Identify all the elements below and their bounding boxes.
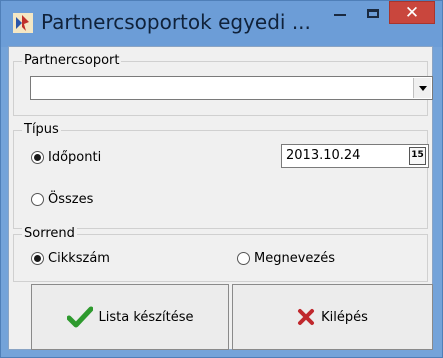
create-list-button[interactable]: Lista készítése [31, 284, 229, 350]
calendar-icon[interactable]: 15 [409, 147, 426, 165]
calendar-icon-number: 15 [411, 150, 424, 160]
type-group-label: Típus [22, 122, 61, 137]
radio-osszes-circle[interactable] [31, 193, 44, 206]
radio-osszes-label: Összes [48, 192, 94, 207]
x-icon [297, 308, 315, 326]
partner-group-select[interactable] [30, 76, 433, 100]
radio-idoponti-label: Időponti [48, 150, 102, 165]
radio-selected-dot [34, 255, 41, 262]
radio-selected-dot [34, 154, 41, 161]
exit-button[interactable]: Kilépés [232, 284, 433, 350]
maximize-button[interactable] [359, 1, 387, 25]
radio-idoponti[interactable]: Időponti [31, 150, 101, 165]
exit-label: Kilépés [321, 309, 368, 325]
minimize-button[interactable] [327, 1, 353, 25]
chevron-down-icon [418, 85, 427, 91]
radio-megnevezes[interactable]: Megnevezés [237, 251, 335, 266]
dropdown-button[interactable] [413, 78, 431, 98]
close-button[interactable]: ✕ [389, 1, 435, 24]
close-icon: ✕ [404, 2, 420, 23]
create-list-label: Lista készítése [98, 309, 194, 325]
radio-megnevezes-circle[interactable] [237, 252, 250, 265]
radio-megnevezes-label: Megnevezés [254, 251, 335, 266]
window-title: Partnercsoportok egyedi ... [41, 10, 311, 34]
minimize-icon [334, 14, 346, 16]
title-bar[interactable]: Partnercsoportok egyedi ... ✕ [1, 1, 442, 47]
maximize-icon [367, 8, 379, 18]
radio-cikkszam[interactable]: Cikkszám [31, 251, 110, 266]
radio-cikkszam-label: Cikkszám [48, 251, 110, 266]
radio-osszes[interactable]: Összes [31, 192, 93, 207]
order-group-label: Sorrend [22, 226, 77, 241]
partner-group-value [31, 77, 432, 80]
radio-idoponti-circle[interactable] [31, 151, 44, 164]
radio-cikkszam-circle[interactable] [31, 252, 44, 265]
app-icon [13, 13, 33, 33]
partner-group-label: Partnercsoport [22, 53, 122, 68]
checkmark-icon [66, 306, 93, 328]
date-value: 2013.10.24 [286, 148, 361, 163]
date-input[interactable]: 2013.10.24 15 [281, 144, 429, 168]
